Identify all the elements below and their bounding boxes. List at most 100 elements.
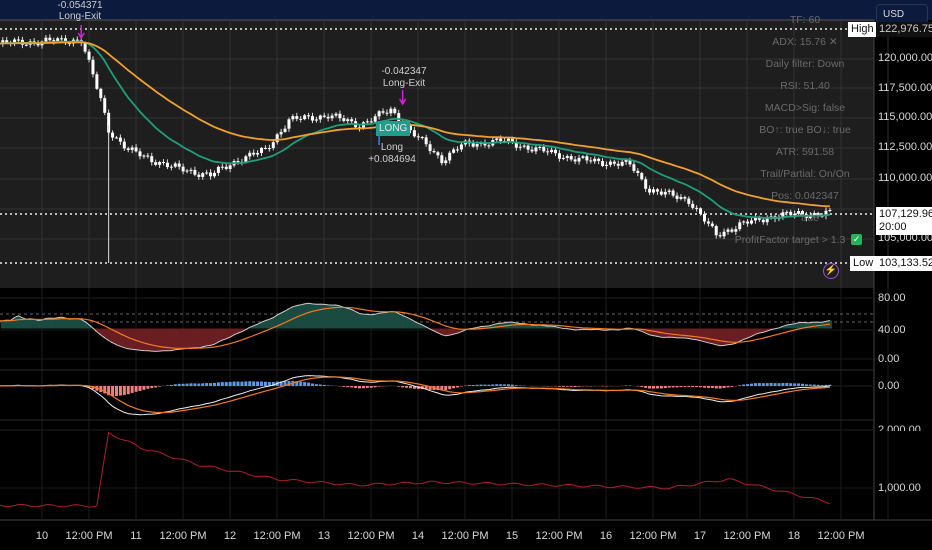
macd-histogram-bar	[750, 383, 754, 386]
candle-body	[526, 145, 530, 150]
candle-body	[299, 118, 303, 120]
rsi-fill	[63, 318, 68, 329]
rsi-fill	[741, 328, 746, 340]
candle-body	[436, 152, 440, 156]
rsi-fill	[200, 328, 205, 347]
candle-body	[518, 146, 522, 148]
candle-body	[103, 98, 107, 113]
macd-histogram-bar	[197, 383, 201, 386]
macd-histogram-bar	[142, 386, 146, 390]
rsi-fill	[192, 328, 198, 348]
candle-body	[452, 149, 456, 153]
info-rsi: RSI: 51.40	[780, 80, 830, 92]
time-tick: 12:00 PM	[159, 530, 207, 542]
info-pos: Pos: 0.042347	[771, 190, 839, 202]
macd-histogram-bar	[173, 384, 177, 386]
exit1-label: Long-Exit	[58, 11, 102, 22]
lightning-icon[interactable]: ⚡	[823, 263, 839, 279]
candle-body	[499, 138, 503, 142]
macd-histogram-bar	[444, 386, 448, 391]
macd-histogram-bar	[487, 384, 491, 386]
candle-body	[201, 173, 205, 177]
candle-body	[675, 195, 679, 199]
info-macd: MACD>Sig: false	[764, 102, 846, 114]
candle-body	[750, 220, 754, 224]
candle-body	[279, 131, 283, 135]
atr-tick: 2,000.00	[878, 424, 921, 431]
time-tick: 17	[693, 530, 707, 542]
rsi-fill	[322, 304, 327, 329]
candle-body	[393, 108, 397, 114]
candle-body	[702, 213, 706, 222]
macd-histogram-bar	[150, 386, 154, 389]
rsi-fill	[361, 314, 366, 329]
macd-histogram-bar	[165, 385, 169, 386]
time-tick: 12:00 PM	[65, 530, 113, 542]
candle-body	[714, 226, 718, 236]
price-tick: 110,000.00	[878, 172, 932, 184]
info-adx: ADX: 15.76 ✕	[772, 36, 838, 48]
macd-histogram-bar	[177, 383, 181, 386]
macd-tick: 0.00	[878, 380, 900, 392]
candle-body	[734, 229, 738, 232]
macd-histogram-bar	[738, 385, 742, 386]
candle-body	[475, 143, 479, 147]
candle-body	[644, 179, 648, 189]
macd-histogram-bar	[808, 384, 812, 386]
rsi-fill	[737, 328, 742, 342]
candle-body	[95, 74, 99, 89]
macd-histogram-bar	[377, 386, 381, 387]
candle-body	[193, 169, 197, 175]
candle-body	[616, 163, 620, 166]
rsi-fill	[185, 328, 190, 349]
candle-body	[542, 146, 546, 152]
macd-histogram-bar	[491, 384, 495, 386]
macd-histogram-bar	[695, 386, 699, 388]
macd-histogram-bar	[671, 386, 675, 388]
rsi-fill	[122, 328, 127, 348]
macd-histogram-bar	[193, 383, 197, 386]
candle-body	[118, 137, 122, 142]
macd-histogram-bar	[256, 381, 260, 386]
candle-body	[718, 235, 722, 237]
candle-body	[122, 141, 126, 149]
rsi-fill	[134, 328, 139, 350]
rsi-fill	[314, 304, 319, 329]
rsi-fill	[447, 328, 452, 336]
candle-body	[310, 116, 314, 121]
candle-body	[604, 164, 608, 166]
candle-body	[44, 37, 48, 42]
rsi-fill	[188, 328, 194, 349]
currency-button[interactable]: USD	[876, 4, 928, 24]
candle-body	[134, 147, 138, 152]
rsi-fill	[283, 310, 288, 329]
price-tick: 117,500.00	[878, 82, 932, 94]
candle-body	[765, 218, 769, 223]
macd-histogram-bar	[342, 386, 346, 387]
rsi-fill	[28, 318, 33, 329]
candle-body	[260, 147, 264, 153]
candle-body	[205, 172, 209, 174]
candle-body	[307, 115, 311, 117]
candle-body	[181, 166, 185, 172]
macd-histogram-bar	[679, 386, 683, 388]
rsi-fill	[384, 312, 390, 329]
rsi-fill	[141, 328, 147, 351]
candle-body	[142, 155, 146, 157]
candle-body	[389, 108, 393, 114]
candle-body	[87, 51, 91, 60]
rsi-fill	[392, 311, 397, 329]
candle-body	[291, 116, 295, 120]
candle-body	[687, 198, 691, 204]
rsi-fill	[118, 328, 123, 347]
entry-value: +0.084694	[368, 154, 416, 165]
rsi-fill	[714, 328, 719, 345]
macd-histogram-bar	[483, 384, 487, 386]
macd-histogram-bar	[314, 384, 318, 386]
time-tick: 12:00 PM	[629, 530, 677, 542]
rsi-fill	[310, 303, 315, 329]
rsi-fill	[318, 304, 323, 329]
macd-histogram-bar	[397, 386, 401, 387]
rsi-fill	[710, 328, 715, 344]
macd-histogram-bar	[797, 383, 801, 386]
